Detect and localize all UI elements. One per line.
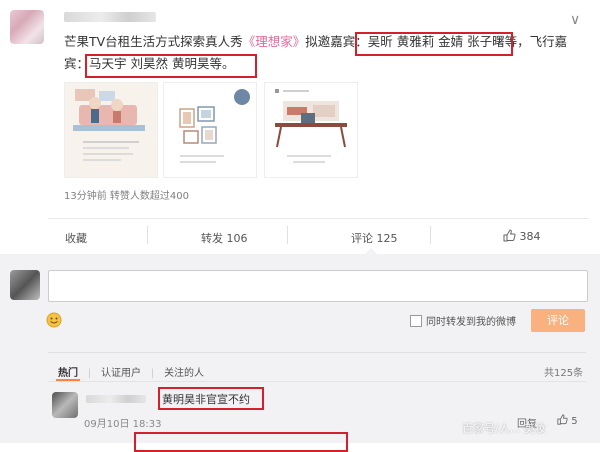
tab-follow[interactable]: 关注的人 [164, 368, 204, 379]
highlight-box-next-comment [134, 432, 348, 452]
post-image-2[interactable] [163, 82, 257, 178]
comment-total: 共125条 [544, 368, 584, 379]
submit-comment-button[interactable]: 评论 [531, 309, 585, 332]
like-button[interactable]: 384 [503, 229, 541, 243]
tab-hot[interactable]: 热门 [58, 368, 78, 379]
highlight-box-guests-2 [85, 54, 257, 78]
living-room-illustration [65, 83, 157, 177]
show-title-link[interactable]: 《理想家》 [243, 34, 306, 49]
divider-3 [430, 226, 431, 244]
comment-like-button[interactable]: 5 [557, 414, 578, 427]
watermark: 百家号/人... 美妆 [462, 422, 546, 435]
repost-button[interactable]: 转发 106 [201, 230, 248, 246]
comment-tabs: 热门 | 认证用户 | 关注的人 [58, 364, 204, 379]
post-text-pre: 芒果TV台租生活方式探索真人秀 [64, 34, 243, 49]
post-menu-chevron-icon[interactable]: ∨ [570, 12, 580, 28]
like-count: 384 [519, 230, 541, 243]
tab-separator-2: | [150, 368, 155, 379]
sync-repost-checkbox[interactable] [410, 315, 422, 327]
comment-like-count: 5 [571, 416, 578, 427]
tab-separator-1: | [87, 368, 92, 379]
comment-input[interactable] [48, 270, 588, 302]
frames-illustration [164, 83, 256, 177]
kitchen-illustration [265, 83, 357, 177]
post-image-3[interactable] [264, 82, 358, 178]
sync-repost-label: 同时转发到我的微博 [426, 317, 516, 328]
highlight-box-guests-1 [355, 32, 513, 56]
comment-button[interactable]: 评论 125 [351, 230, 398, 246]
action-bar-top-border [48, 218, 588, 219]
post-text-flying: ，飞行嘉 [517, 34, 568, 49]
post-meta: 13分钟前 转赞人数超过400 [64, 191, 189, 202]
composer-panel-notch [364, 248, 378, 255]
thumbs-up-icon [557, 414, 568, 425]
author-name[interactable] [64, 12, 156, 22]
post-image-1[interactable] [64, 82, 158, 178]
commenter-name[interactable] [86, 395, 146, 403]
author-avatar[interactable] [10, 10, 44, 44]
commenter-avatar[interactable] [52, 392, 78, 418]
thumbs-up-icon [503, 229, 516, 242]
emoji-icon[interactable] [46, 312, 62, 328]
divider-2 [287, 226, 288, 244]
current-user-avatar[interactable] [10, 270, 40, 300]
tabs-top-border [48, 352, 586, 353]
tabs-bottom-border [48, 381, 586, 382]
divider-1 [147, 226, 148, 244]
comment-time: 09月10日 18:33 [84, 419, 162, 430]
tab-verified[interactable]: 认证用户 [101, 368, 141, 379]
highlight-box-comment [158, 387, 264, 410]
collect-button[interactable]: 收藏 [65, 230, 87, 246]
